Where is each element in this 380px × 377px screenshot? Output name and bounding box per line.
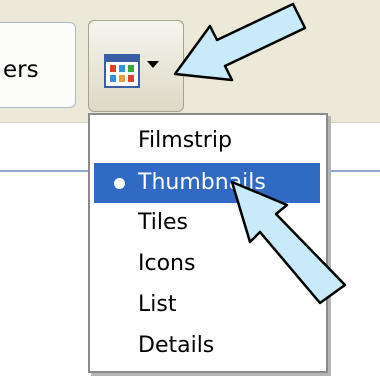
arrow-icon [230,180,347,305]
annotation-overlay [173,2,347,305]
arrow-icon [173,2,307,82]
